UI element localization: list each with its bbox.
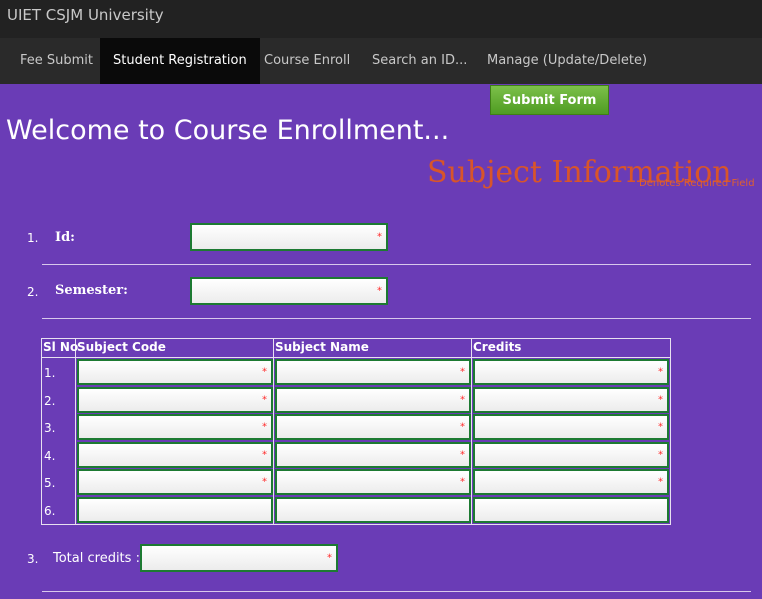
header-subject-name: Subject Name bbox=[275, 340, 369, 354]
page-title: Welcome to Course Enrollment... bbox=[6, 115, 450, 146]
required-mark: * bbox=[658, 421, 663, 433]
credits-input[interactable]: * bbox=[473, 469, 669, 495]
required-mark: * bbox=[262, 476, 267, 488]
row-number: 4. bbox=[44, 448, 56, 463]
header-credits: Credits bbox=[473, 340, 522, 354]
required-note: Denotes Required Field bbox=[639, 178, 755, 189]
subject-code-input[interactable]: * bbox=[77, 441, 273, 468]
row-number: 5. bbox=[44, 476, 56, 490]
required-mark: * bbox=[658, 366, 663, 378]
credits-input[interactable]: * bbox=[473, 441, 669, 468]
required-mark: * bbox=[377, 231, 382, 243]
table-col-rule bbox=[273, 338, 274, 525]
table-col-rule bbox=[471, 338, 472, 525]
row-number: 1. bbox=[44, 366, 56, 380]
required-mark: * bbox=[262, 449, 267, 460]
required-mark: * bbox=[262, 394, 267, 405]
required-mark: * bbox=[377, 285, 382, 297]
required-mark: * bbox=[658, 476, 663, 488]
row-number: 2. bbox=[44, 393, 56, 408]
row-number: 3. bbox=[27, 552, 39, 566]
required-mark: * bbox=[658, 394, 663, 405]
subject-name-input[interactable]: * bbox=[275, 441, 471, 468]
id-label: Id: bbox=[55, 230, 75, 245]
nav-bar: Fee Submit Student Registration Course E… bbox=[0, 38, 762, 84]
semester-label: Semester: bbox=[55, 283, 128, 298]
nav-course-enroll[interactable]: Course Enroll bbox=[251, 38, 363, 84]
nav-manage[interactable]: Manage (Update/Delete) bbox=[474, 38, 660, 84]
required-mark: * bbox=[658, 449, 663, 460]
total-credits-field[interactable]: * bbox=[140, 544, 338, 572]
credits-input[interactable]: * bbox=[473, 359, 669, 385]
header-sl-no: Sl No bbox=[43, 340, 79, 354]
required-mark: * bbox=[460, 394, 465, 405]
subject-name-input[interactable]: * bbox=[275, 414, 471, 440]
table-header-rule bbox=[41, 357, 671, 358]
required-mark: * bbox=[460, 449, 465, 460]
row-number: 1. bbox=[27, 231, 39, 245]
credits-input[interactable]: * bbox=[473, 414, 669, 440]
row-number: 6. bbox=[44, 503, 56, 518]
required-mark: * bbox=[460, 476, 465, 488]
subject-name-input[interactable]: * bbox=[275, 386, 471, 413]
header-subject-code: Subject Code bbox=[77, 340, 166, 354]
row-number: 3. bbox=[44, 421, 56, 435]
subject-code-input[interactable]: * bbox=[77, 386, 273, 413]
row-number: 2. bbox=[27, 285, 39, 299]
required-mark: * bbox=[262, 421, 267, 433]
top-bar: UIET CSJM University bbox=[0, 0, 762, 38]
subject-name-input[interactable] bbox=[275, 496, 471, 523]
submit-form-button[interactable]: Submit Form bbox=[490, 85, 609, 115]
subject-code-input[interactable] bbox=[77, 496, 273, 523]
divider bbox=[42, 264, 751, 265]
subject-name-input[interactable]: * bbox=[275, 359, 471, 385]
semester-field[interactable]: * bbox=[190, 277, 388, 305]
required-mark: * bbox=[327, 552, 332, 564]
credits-input[interactable] bbox=[473, 496, 669, 523]
nav-student-registration[interactable]: Student Registration bbox=[100, 38, 260, 84]
total-credits-label: Total credits : bbox=[53, 551, 140, 566]
table-col-rule bbox=[75, 338, 76, 525]
required-mark: * bbox=[460, 366, 465, 378]
divider bbox=[42, 591, 751, 592]
subject-name-input[interactable]: * bbox=[275, 469, 471, 495]
nav-fee-submit[interactable]: Fee Submit bbox=[7, 38, 106, 84]
required-mark: * bbox=[460, 421, 465, 433]
credits-input[interactable]: * bbox=[473, 386, 669, 413]
required-mark: * bbox=[262, 366, 267, 378]
subject-code-input[interactable]: * bbox=[77, 359, 273, 385]
id-field[interactable]: * bbox=[190, 223, 388, 251]
nav-search-id[interactable]: Search an ID... bbox=[359, 38, 480, 84]
divider bbox=[42, 318, 751, 319]
brand-title[interactable]: UIET CSJM University bbox=[7, 6, 164, 24]
subject-code-input[interactable]: * bbox=[77, 469, 273, 495]
subject-code-input[interactable]: * bbox=[77, 414, 273, 440]
